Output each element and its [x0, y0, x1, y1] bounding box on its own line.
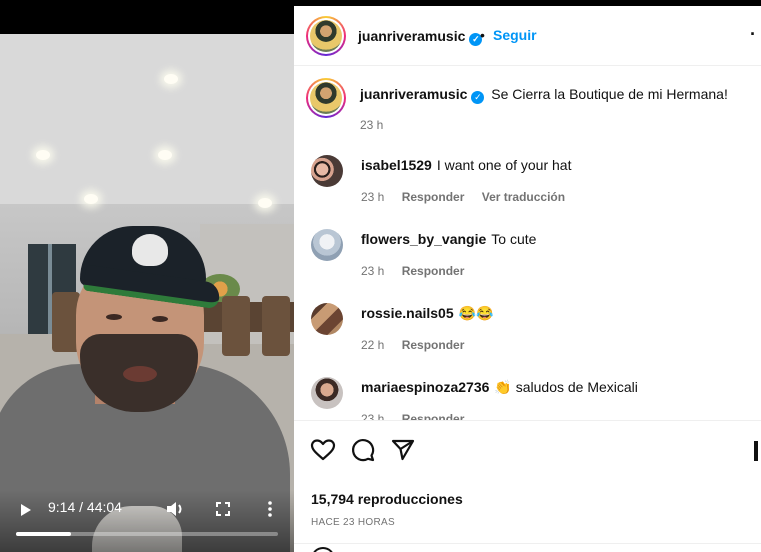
view-count[interactable]: 15,794 reproducciones: [311, 491, 463, 507]
follow-button[interactable]: Seguir: [493, 27, 537, 43]
video-chair: [262, 296, 290, 356]
more-vertical-icon: [268, 501, 272, 517]
caption-time: 23 h: [360, 118, 384, 132]
play-icon: [21, 504, 31, 516]
comment-text: rossie.nails05 😂😂: [361, 305, 494, 322]
comment-meta: 23 h Responder: [361, 264, 478, 278]
video-light: [84, 194, 98, 204]
volume-button[interactable]: [163, 498, 187, 520]
comment-body: 😂😂: [458, 305, 494, 321]
play-button[interactable]: [14, 500, 38, 520]
video-ceiling: [0, 34, 294, 204]
comment-body: I want one of your hat: [436, 157, 572, 173]
video-more-button[interactable]: [262, 498, 278, 520]
verified-icon: ✓: [471, 91, 485, 104]
post-actions: 15,794 reproducciones HACE 23 HORAS: [294, 420, 761, 552]
caption-author-avatar[interactable]: [306, 78, 346, 118]
comment-text: isabel1529 I want one of your hat: [361, 157, 571, 173]
comment-body: To cute: [491, 231, 537, 247]
comment-meta: 23 h Responder Ver traducción: [361, 190, 579, 204]
comment-body: 👏 saludos de Mexicali: [494, 379, 638, 395]
volume-icon: [167, 502, 182, 516]
video-person-eye: [106, 314, 122, 320]
post-header: juanriveramusic ✓ • Seguir ·: [294, 6, 761, 66]
video-person-eye: [152, 316, 168, 322]
comment-avatar[interactable]: [311, 303, 343, 335]
video-progress-bar[interactable]: [16, 532, 278, 536]
post-caption: juanriveramusic ✓ Se Cierra la Boutique d…: [360, 86, 728, 104]
comment-time: 23 h: [361, 190, 385, 204]
author-username[interactable]: juanriveramusic: [358, 28, 465, 44]
video-light: [36, 150, 50, 160]
comment-avatar[interactable]: [311, 155, 343, 187]
author-username-link[interactable]: juanriveramusic ✓: [358, 28, 483, 46]
comment-username[interactable]: isabel1529: [361, 157, 432, 173]
video-light: [158, 150, 172, 160]
video-progress-fill: [16, 532, 72, 536]
comment-icon[interactable]: [350, 437, 376, 463]
video-time: 9:14 / 44:04: [48, 499, 122, 515]
comment-meta: 22 h Responder: [361, 338, 478, 352]
comment-time: 23 h: [361, 264, 385, 278]
comment-text: flowers_by_vangie To cute: [361, 231, 536, 247]
share-icon[interactable]: [390, 437, 416, 463]
reply-button[interactable]: Responder: [402, 190, 465, 204]
video-light: [258, 198, 272, 208]
comment-avatar[interactable]: [311, 229, 343, 261]
options-icon[interactable]: ·: [750, 24, 756, 45]
video-chair: [222, 296, 250, 356]
post-time-ago: HACE 23 HORAS: [311, 517, 395, 528]
caption-text: Se Cierra la Boutique de mi Hermana!: [491, 86, 728, 102]
page-top-strip: [0, 0, 294, 34]
video-player[interactable]: [0, 34, 294, 552]
reply-button[interactable]: Responder: [402, 264, 465, 278]
video-controls: [0, 490, 294, 552]
heart-icon[interactable]: [310, 437, 336, 463]
post-panel: juanriveramusic ✓ • Seguir · juanriveramu…: [294, 6, 761, 552]
video-light: [164, 74, 178, 84]
fullscreen-button[interactable]: [212, 498, 234, 520]
emoji-icon[interactable]: [311, 547, 335, 552]
comment-text: mariaespinoza2736 👏 saludos de Mexicali: [361, 379, 638, 396]
comment-username[interactable]: rossie.nails05: [361, 305, 454, 321]
reply-button[interactable]: Responder: [402, 338, 465, 352]
comment-username[interactable]: flowers_by_vangie: [361, 231, 486, 247]
save-icon[interactable]: [754, 441, 758, 461]
translate-button[interactable]: Ver traducción: [482, 190, 565, 204]
author-avatar[interactable]: [306, 16, 346, 56]
video-person-mouth: [123, 366, 157, 382]
cap-logo-icon: [132, 234, 168, 266]
comment-avatar[interactable]: [311, 377, 343, 409]
fullscreen-icon: [216, 502, 230, 516]
divider: [294, 543, 761, 544]
caption-username[interactable]: juanriveramusic: [360, 86, 467, 102]
comment-time: 22 h: [361, 338, 385, 352]
comment-username[interactable]: mariaespinoza2736: [361, 379, 489, 395]
header-separator: •: [480, 27, 485, 43]
